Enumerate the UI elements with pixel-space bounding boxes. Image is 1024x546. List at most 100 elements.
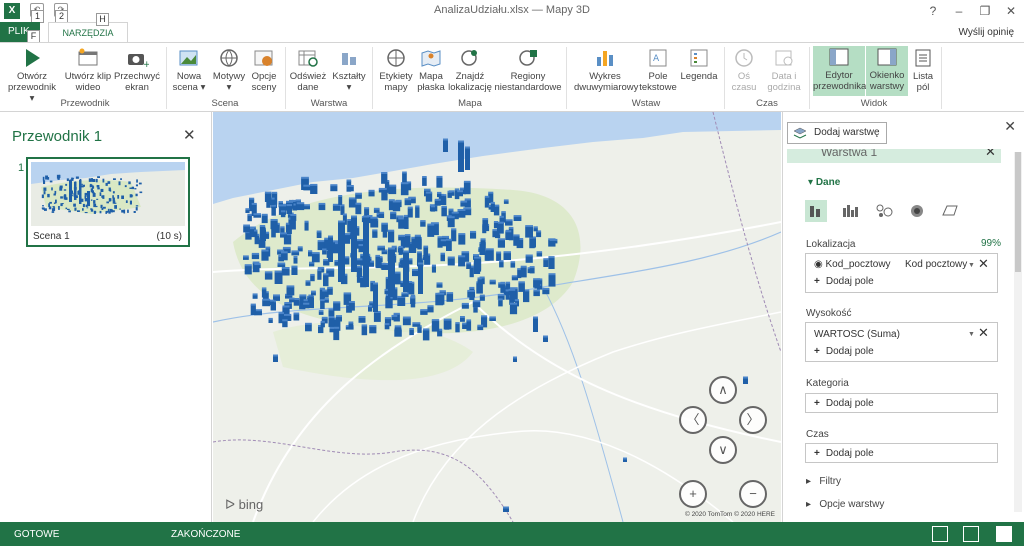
shapes-button[interactable]: Kształty ▾ — [331, 47, 367, 93]
chevron-down-icon[interactable]: ▼ — [968, 331, 975, 338]
find-location-button[interactable]: Znajdź lokalizację — [448, 47, 492, 93]
new-scene-button[interactable]: Nowa scena ▾ — [171, 47, 207, 93]
location-match-percent[interactable]: 99% — [981, 238, 1001, 249]
location-add-field[interactable]: + Dodaj pole — [814, 276, 874, 287]
layer-pane-toggle[interactable]: Okienko warstwy — [866, 46, 908, 96]
minimize-button[interactable]: – — [946, 2, 972, 20]
date-time-label: Data i godzina — [767, 71, 801, 93]
refresh-data-button[interactable]: Odśwież dane — [289, 47, 327, 93]
chevron-down-icon[interactable]: ▼ — [968, 262, 975, 269]
category-add-field[interactable]: + Dodaj pole — [814, 398, 874, 409]
text-box-button[interactable]: A Pole tekstowe — [638, 47, 678, 93]
map-bar-top — [361, 324, 368, 327]
rotate-right-button[interactable]: 〉 — [739, 406, 767, 434]
map-bar-top — [465, 146, 470, 149]
scrollbar-thumb[interactable] — [1015, 152, 1021, 272]
restore-button[interactable]: ❐ — [972, 2, 998, 20]
zoom-in-button[interactable]: + — [679, 480, 707, 508]
rotate-left-button[interactable]: 〈 — [679, 406, 707, 434]
map-bar — [250, 305, 256, 315]
map-bar-top — [497, 294, 505, 297]
add-layer-button[interactable]: Dodaj warstwę — [787, 122, 887, 144]
map-bar-top — [441, 205, 447, 208]
location-type-dropdown[interactable]: Kod pocztowy — [905, 259, 967, 270]
open-tour-button[interactable]: Otwórz przewodnik ▾ — [6, 47, 58, 104]
zoom-out-button[interactable]: − — [739, 480, 767, 508]
map-bar-top — [543, 335, 548, 338]
map-bar — [415, 206, 420, 218]
map-bar — [447, 258, 455, 266]
height-field-row[interactable]: WARTOSC (Suma) — [814, 329, 900, 340]
map-bar — [317, 270, 322, 280]
legend-button[interactable]: Legenda — [680, 47, 718, 82]
map-bar — [243, 226, 250, 233]
layer-pane-scrollbar[interactable] — [1014, 152, 1022, 512]
map-bar — [473, 306, 478, 313]
close-tour-panel-button[interactable]: ✕ — [183, 126, 196, 144]
scene-options-button[interactable]: Opcje sceny — [249, 47, 279, 93]
clustered-column-viz-button[interactable] — [839, 200, 861, 222]
flat-map-button[interactable]: Mapa płaska — [415, 47, 447, 93]
heat-map-viz-button[interactable] — [906, 200, 928, 222]
map-bar-top — [424, 188, 431, 191]
height-add-field[interactable]: + Dodaj pole — [814, 346, 874, 357]
fullscreen-icon[interactable] — [996, 526, 1012, 542]
map-bar-top — [464, 198, 471, 201]
tab-home[interactable]: NARZĘDZIA GŁÓWNE — [48, 22, 128, 58]
map-bar-top — [280, 232, 287, 235]
data-section-toggle[interactable]: ▾ Dane — [808, 177, 840, 188]
flat-map-label: Mapa płaska — [417, 71, 445, 93]
time-add-field[interactable]: + Dodaj pole — [814, 448, 874, 459]
thumbnail-bar — [76, 195, 78, 198]
map-bar-top — [457, 209, 466, 211]
field-list-toggle[interactable]: Lista pól — [911, 47, 935, 93]
map-view-icon[interactable] — [932, 526, 948, 542]
location-field-row[interactable]: ◉ Kod_pocztowy — [814, 259, 891, 270]
thumbnail-bar — [91, 190, 94, 194]
themes-button[interactable]: Motywy ▾ — [210, 47, 248, 93]
time-field-box[interactable]: + Dodaj pole — [805, 443, 998, 463]
feedback-link[interactable]: Wyślij opinię — [959, 27, 1014, 38]
tilt-up-button[interactable]: ∧ — [709, 376, 737, 404]
date-time-button[interactable]: Data i godzina — [764, 47, 804, 93]
fit-view-icon[interactable] — [963, 526, 979, 542]
thumbnail-bar — [102, 178, 105, 183]
group-label-insert: Wstaw — [631, 98, 661, 109]
close-window-button[interactable]: ✕ — [998, 2, 1024, 20]
remove-location-field-icon[interactable]: ✕ — [978, 256, 989, 272]
thumbnail-bar — [57, 175, 60, 179]
layer-options-section-toggle[interactable]: ▸ Opcje warstwy — [806, 499, 884, 510]
map-bar — [477, 326, 484, 331]
create-video-button[interactable]: Utwórz klip wideo — [62, 47, 114, 93]
region-viz-button[interactable] — [939, 200, 961, 222]
custom-regions-button[interactable]: Regiony niestandardowe — [494, 47, 562, 93]
thumbnail-bar — [49, 180, 53, 183]
insert-2d-chart-button[interactable]: Wykres dwuwymiarowy — [574, 47, 638, 93]
remove-height-field-icon[interactable]: ✕ — [978, 325, 989, 341]
map-bar — [271, 206, 276, 216]
scene-card[interactable]: Scena 1 (10 s) — [26, 157, 190, 247]
delete-layer-icon[interactable]: ✕ — [985, 149, 996, 160]
tour-editor-toggle[interactable]: Edytor przewodnika — [813, 46, 866, 96]
thumbnail-bar — [61, 203, 64, 205]
filters-section-toggle[interactable]: ▸ Filtry — [806, 476, 841, 487]
map-bar-top — [484, 195, 490, 198]
close-layer-pane-button[interactable]: ✕ — [1004, 118, 1016, 135]
timeline-button[interactable]: Oś czasu — [729, 47, 759, 93]
stacked-column-viz-button[interactable] — [805, 200, 827, 222]
map-canvas[interactable]: ᐅ bing © 2020 TomTom © 2020 HERE ∧ 〈 〉 ∨… — [213, 112, 781, 522]
map-bar-top — [533, 289, 540, 292]
map-bar — [467, 291, 475, 298]
help-button[interactable]: ? — [920, 2, 946, 20]
map-bar-top — [401, 292, 409, 295]
map-bar — [543, 337, 548, 342]
tilt-down-button[interactable]: ∨ — [709, 436, 737, 464]
thumbnail-bar — [135, 193, 138, 197]
map-bar — [318, 326, 324, 334]
map-labels-button[interactable]: Etykiety mapy — [378, 47, 414, 93]
category-field-box[interactable]: + Dodaj pole — [805, 393, 998, 413]
capture-screen-button[interactable]: + Przechwyć ekran — [114, 47, 160, 93]
map-bar-top — [330, 184, 338, 187]
layer-header[interactable]: Warstwa 1 ✕ — [787, 149, 1001, 163]
bubble-viz-button[interactable] — [873, 200, 895, 222]
